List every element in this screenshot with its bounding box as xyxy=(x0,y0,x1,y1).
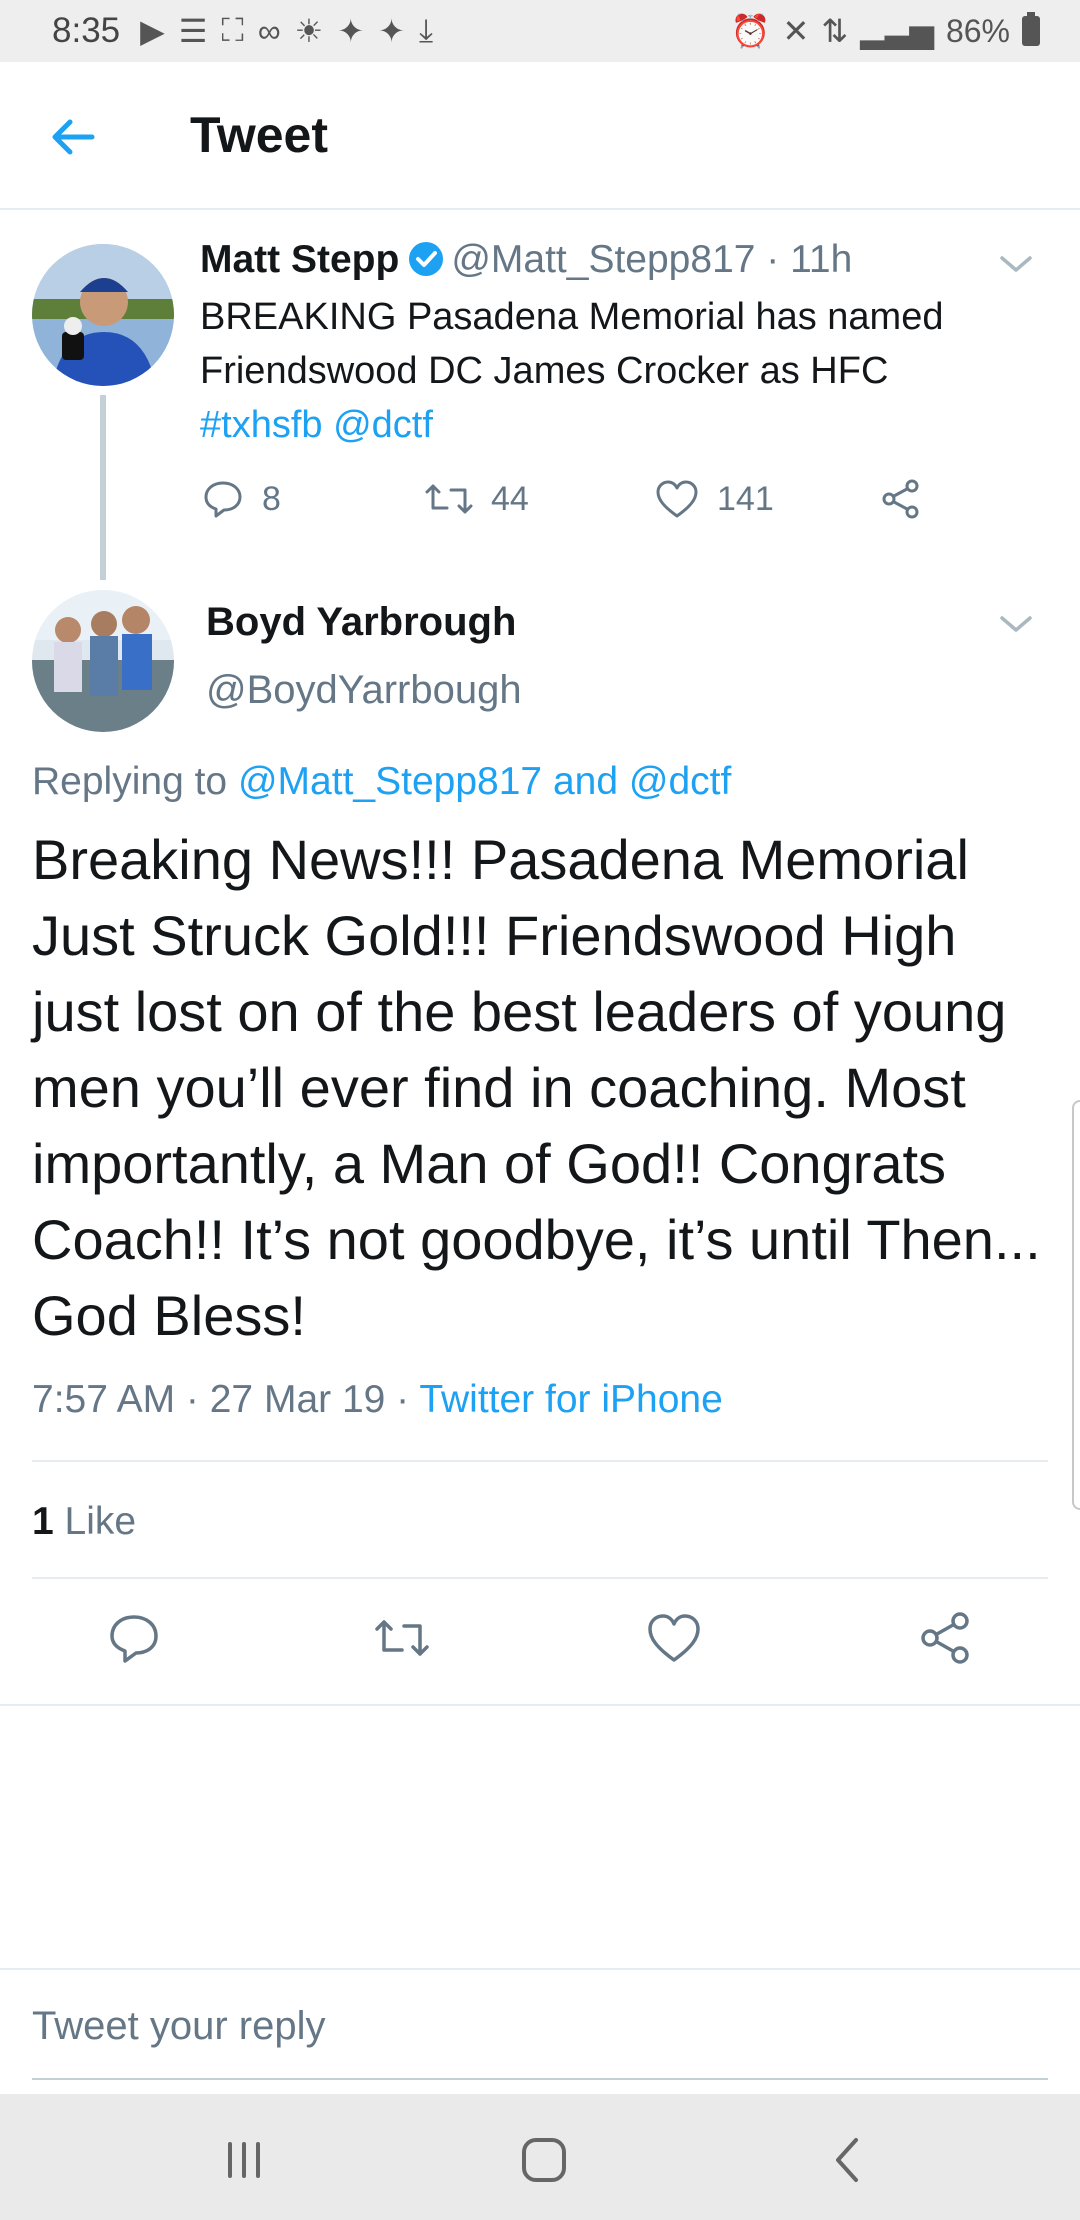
retweet-icon[interactable] xyxy=(374,1610,430,1666)
chevron-down-icon[interactable] xyxy=(998,612,1034,636)
mention-link[interactable]: @dctf xyxy=(629,760,731,803)
tweet-actions: 8 44 141 xyxy=(200,478,960,538)
home-icon[interactable] xyxy=(514,2130,574,2190)
system-nav-bar xyxy=(0,2094,1080,2220)
share-button[interactable] xyxy=(880,478,922,520)
data-icon: ⇅ xyxy=(821,13,849,49)
avatar[interactable] xyxy=(32,590,174,732)
reply-count: 8 xyxy=(262,479,281,518)
divider xyxy=(32,1577,1048,1579)
tweet-actions xyxy=(0,1610,1080,1680)
battery-percent: 86% xyxy=(945,12,1010,49)
replying-to-line: Replying to @Matt_Stepp817 and @dctf xyxy=(32,760,731,804)
scrollbar[interactable] xyxy=(1072,1100,1080,1510)
replying-prefix: Replying to xyxy=(32,760,228,803)
author-handle[interactable]: @Matt_Stepp817 xyxy=(451,238,755,281)
system-status: ⏰ ✕ ⇅ ▂▃▅ 86% xyxy=(731,12,1040,50)
divider xyxy=(32,1460,1048,1462)
twitter-icon: ✦ xyxy=(337,13,365,49)
status-time: 8:35 xyxy=(52,11,121,50)
app-header: Tweet xyxy=(0,62,1080,210)
reply-icon[interactable] xyxy=(106,1610,162,1666)
mention-link[interactable]: @dctf xyxy=(333,404,433,446)
share-icon xyxy=(882,479,919,519)
replying-and: and xyxy=(552,760,619,803)
tweet-time: · 11h xyxy=(766,238,853,281)
heart-icon[interactable] xyxy=(646,1610,702,1666)
twitter-icon: ✦ xyxy=(378,13,405,49)
tweet-meta: 7:57 AM · 27 Mar 19 · Twitter for iPhone xyxy=(32,1378,723,1422)
battery-icon xyxy=(1022,12,1040,46)
tweet-text: BREAKING Pasadena Memorial has named Fri… xyxy=(200,290,1030,452)
likes-count: 1 xyxy=(32,1500,54,1543)
reply-icon xyxy=(204,481,242,518)
notification-icons: ▶ ☰ ⛶ ∞ ☀ ✦ ✦ ⤓ xyxy=(140,12,433,50)
status-bar: 8:35 ▶ ☰ ⛶ ∞ ☀ ✦ ✦ ⤓ ⏰ ✕ ⇅ ▂▃▅ 86% xyxy=(0,0,1080,62)
thread-connector xyxy=(100,395,106,580)
tweet-text: Breaking News!!! Pasadena Memorial Just … xyxy=(32,828,1041,1347)
avatar[interactable] xyxy=(32,244,174,386)
back-icon[interactable] xyxy=(818,2130,878,2190)
page-title: Tweet xyxy=(190,107,328,163)
tweet-text-body: BREAKING Pasadena Memorial has named Fri… xyxy=(200,296,944,392)
retweet-count: 44 xyxy=(491,479,529,518)
tweet-source-link[interactable]: Twitter for iPhone xyxy=(419,1378,722,1421)
news-icon: ☰ xyxy=(178,13,208,49)
like-count: 141 xyxy=(717,479,774,518)
retweet-icon xyxy=(425,484,473,514)
alarm-icon: ⏰ xyxy=(730,13,771,49)
divider xyxy=(0,1704,1080,1706)
voicemail-icon: ∞ xyxy=(257,12,281,49)
likes-summary[interactable]: 1 Like xyxy=(32,1500,136,1544)
reply-input-underline xyxy=(32,2078,1048,2080)
mention-link[interactable]: @Matt_Stepp817 xyxy=(238,760,542,803)
download-icon: ⤓ xyxy=(418,12,434,48)
tweet-timestamp: 7:57 AM · 27 Mar 19 · xyxy=(32,1378,410,1421)
author-name[interactable]: Boyd Yarbrough xyxy=(206,600,516,645)
verified-badge-icon xyxy=(409,242,444,276)
reply-input[interactable]: Tweet your reply xyxy=(32,2004,325,2049)
mute-icon: ✕ xyxy=(782,13,810,49)
like-button[interactable]: 141 xyxy=(655,478,774,520)
reply-button[interactable]: 8 xyxy=(202,478,281,520)
tweet-author-line: Matt Stepp @Matt_Stepp817 · 11h xyxy=(200,238,852,282)
hashtag-link[interactable]: #txhsfb xyxy=(200,404,323,446)
shopping-bag-icon: ⛶ xyxy=(221,12,244,48)
retweet-button[interactable]: 44 xyxy=(425,478,529,520)
youtube-icon: ▶ xyxy=(140,13,165,49)
author-handle[interactable]: @BoydYarrbough xyxy=(206,668,522,713)
signal-icon: ▂▃▅ xyxy=(860,13,934,49)
chevron-down-icon[interactable] xyxy=(998,252,1034,276)
divider xyxy=(0,1968,1080,1970)
back-arrow-icon[interactable] xyxy=(48,112,98,162)
likes-label: Like xyxy=(64,1500,137,1543)
heart-icon xyxy=(656,480,698,518)
weather-icon: ☀ xyxy=(294,13,324,49)
author-name[interactable]: Matt Stepp xyxy=(200,238,399,281)
recent-apps-icon[interactable] xyxy=(214,2130,274,2190)
share-icon[interactable] xyxy=(918,1610,974,1666)
